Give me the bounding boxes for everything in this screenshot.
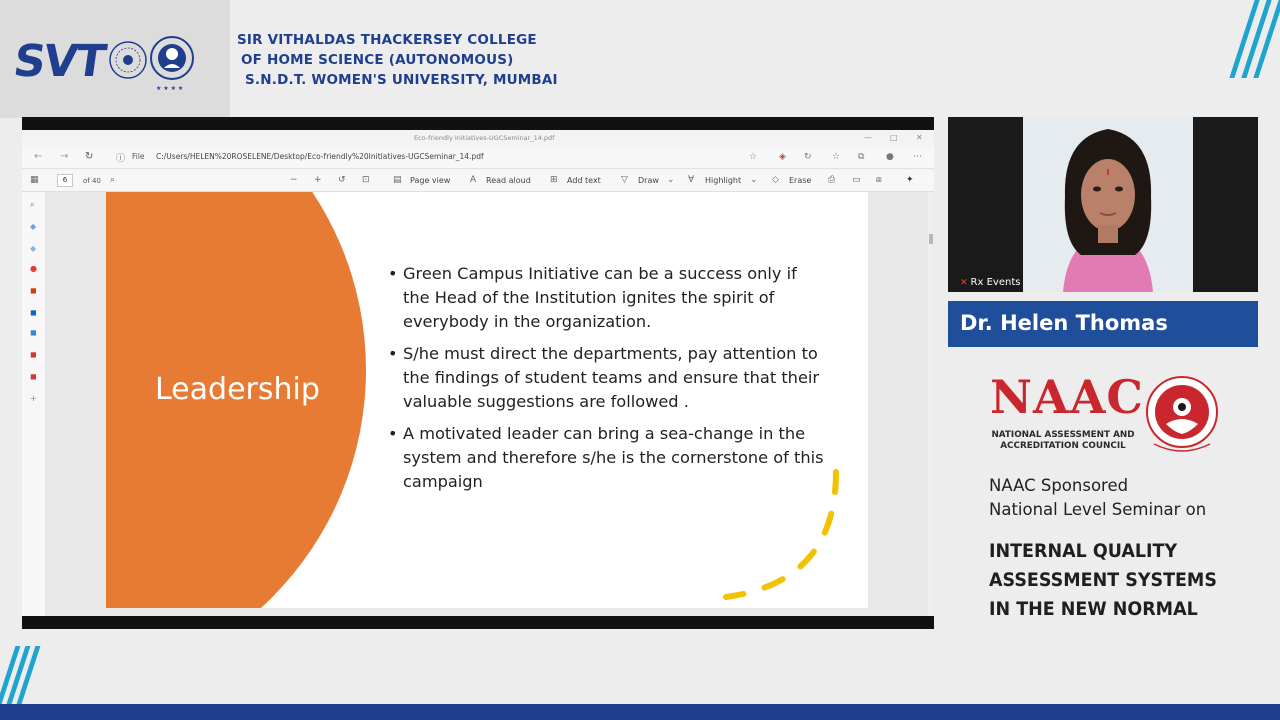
contents-icon[interactable]: ▦	[30, 175, 39, 185]
seminar-intro-line: NAAC Sponsored	[989, 476, 1129, 495]
sidebar-outlook-icon[interactable]: ◼	[30, 308, 37, 317]
page-number-input[interactable]: 6	[57, 174, 73, 187]
college-name-line: S.N.D.T. WOMEN'S UNIVERSITY, MUMBAI	[245, 72, 558, 88]
speaker-video-tile: ✕ Rx Events	[948, 117, 1258, 292]
info-icon[interactable]: ⓘ	[116, 151, 125, 164]
zoom-in-icon[interactable]: +	[314, 175, 322, 185]
sidebar-office-icon[interactable]: ◼	[30, 286, 37, 295]
draw-dropdown-icon[interactable]: ⌄	[667, 175, 675, 185]
sidebar-games-icon[interactable]: ●	[30, 264, 37, 273]
sidebar-pdf-icon[interactable]: ◼	[30, 372, 37, 381]
participant-label: ✕ Rx Events	[960, 277, 1020, 288]
favorites-icon[interactable]: ☆	[832, 152, 840, 162]
sidebar-add-icon[interactable]: +	[30, 394, 37, 403]
save-as-icon[interactable]: ⧈	[876, 175, 882, 185]
sndt-university-seal-icon: ★ ★ ★ ★	[109, 36, 194, 92]
refresh-icon[interactable]: ↻	[85, 151, 93, 162]
add-text-button[interactable]: Add text	[567, 176, 601, 185]
fit-page-icon[interactable]: ⊡	[362, 175, 370, 185]
slide-bullet: S/he must direct the departments, pay at…	[388, 342, 828, 414]
page-total: of 40	[83, 177, 101, 185]
sidebar-shopping-icon[interactable]: ◆	[30, 222, 36, 231]
sidebar-tools-icon[interactable]: ◆	[30, 244, 36, 253]
print-icon[interactable]: ⎙	[828, 175, 835, 185]
college-name-line: OF HOME SCIENCE (AUTONOMOUS)	[241, 52, 514, 68]
find-icon[interactable]: ⌕	[110, 175, 115, 185]
pin-toolbar-icon[interactable]: ✦	[906, 175, 914, 185]
highlight-icon: ∀	[688, 175, 695, 185]
seminar-title: INTERNAL QUALITY ASSESSMENT SYSTEMS IN T…	[989, 537, 1217, 624]
rotate-icon[interactable]: ↺	[338, 175, 346, 185]
add-text-icon: ⊞	[550, 175, 558, 185]
zoom-out-icon[interactable]: −	[290, 175, 298, 185]
read-aloud-button[interactable]: Read aloud	[486, 176, 531, 185]
naac-logo: NAAC	[990, 370, 1145, 424]
maximize-icon[interactable]: □	[890, 133, 898, 142]
tab-title[interactable]: Eco-friendly Initiatives-UGCSeminar_14.p…	[414, 134, 554, 142]
browser-sidebar: ⌕ ◆ ◆ ● ◼ ◼ ◼ ◼ ◼ +	[22, 192, 46, 616]
naac-full-name: NATIONAL ASSESSMENT AND ACCREDITATION CO…	[990, 430, 1136, 452]
pdf-scrollbar-thumb[interactable]	[929, 234, 933, 244]
speaker-video-feed	[1023, 117, 1193, 292]
erase-button[interactable]: Erase	[789, 176, 811, 185]
url-path[interactable]: C:/Users/HELEN%20ROSELENE/Desktop/Eco-fr…	[156, 152, 484, 161]
slide-title: Leadership	[155, 372, 320, 407]
forward-icon[interactable]: →	[60, 151, 68, 162]
seminar-intro: NAAC Sponsored National Level Seminar on	[989, 474, 1206, 522]
refresh-extension-icon[interactable]: ↻	[804, 152, 812, 162]
seminar-title-line: INTERNAL QUALITY	[989, 540, 1178, 562]
pdf-viewer[interactable]: Leadership Green Campus Initiative can b…	[46, 192, 934, 616]
seminar-title-line: ASSESSMENT SYSTEMS	[989, 569, 1217, 591]
college-name-line: SIR VITHALDAS THACKERSEY COLLEGE	[237, 32, 537, 48]
erase-icon: ◇	[772, 175, 779, 185]
collections-icon[interactable]: ⧉	[858, 152, 864, 162]
url-scheme: File	[132, 152, 145, 161]
address-bar[interactable]: ⓘ File C:/Users/HELEN%20ROSELENE/Desktop…	[110, 150, 750, 165]
svg-text:★ ★ ★ ★: ★ ★ ★ ★	[156, 85, 183, 92]
sidebar-pdf-icon[interactable]: ◼	[30, 350, 37, 359]
muted-mic-icon: ✕	[960, 278, 968, 288]
sidebar-search-icon[interactable]: ⌕	[30, 200, 34, 210]
college-name: SIR VITHALDAS THACKERSEY COLLEGE OF HOME…	[237, 30, 558, 90]
profile-icon[interactable]: ●	[886, 152, 894, 162]
pdf-scrollbar[interactable]	[928, 192, 934, 616]
minimize-icon[interactable]: —	[864, 133, 872, 142]
page-view-icon: ▤	[393, 175, 402, 185]
read-aloud-icon: A	[470, 175, 477, 185]
sidebar-app-icon[interactable]: ◼	[30, 328, 37, 337]
seminar-title-line: IN THE NEW NORMAL	[989, 598, 1198, 620]
speaker-name-banner: Dr. Helen Thomas	[948, 301, 1258, 347]
speaker-portrait	[1023, 117, 1193, 292]
naac-full-name-line: ACCREDITATION COUNCIL	[1000, 441, 1126, 451]
more-menu-icon[interactable]: ⋯	[913, 152, 922, 162]
pdf-page-slide: Leadership Green Campus Initiative can b…	[106, 192, 868, 608]
naac-full-name-line: NATIONAL ASSESSMENT AND	[991, 430, 1135, 440]
slide-bullet: Green Campus Initiative can be a success…	[388, 262, 828, 334]
seminar-intro-line: National Level Seminar on	[989, 500, 1207, 519]
pdf-toolbar: ▦ 6 of 40 ⌕ − + ↺ ⊡ ▤ Page view A Read a…	[22, 170, 934, 192]
draw-button[interactable]: Draw	[638, 176, 659, 185]
slide-decoration-swoosh	[723, 469, 839, 600]
address-bar-row: ← → ↻ ⓘ File C:/Users/HELEN%20ROSELENE/D…	[22, 147, 934, 169]
decorative-stripes-top-right	[1229, 0, 1280, 78]
save-icon[interactable]: ▭	[852, 175, 861, 185]
naac-seal-icon	[1146, 376, 1218, 452]
highlight-button[interactable]: Highlight	[705, 176, 741, 185]
page-view-button[interactable]: Page view	[410, 176, 450, 185]
favorite-star-icon[interactable]: ☆	[749, 152, 757, 162]
draw-icon: ▽	[621, 175, 628, 185]
browser-title-bar: Eco-friendly Initiatives-UGCSeminar_14.p…	[22, 130, 934, 147]
back-icon[interactable]: ←	[34, 151, 42, 162]
edge-browser-window: Eco-friendly Initiatives-UGCSeminar_14.p…	[22, 130, 934, 616]
extension-icon[interactable]: ◈	[779, 152, 786, 162]
shared-screen: Eco-friendly Initiatives-UGCSeminar_14.p…	[22, 117, 934, 629]
participant-name: Rx Events	[970, 277, 1021, 288]
decorative-stripes-bottom-left	[0, 646, 41, 704]
svt-logo: SVT	[10, 36, 108, 87]
close-icon[interactable]: ✕	[916, 133, 923, 142]
highlight-dropdown-icon[interactable]: ⌄	[750, 175, 758, 185]
footer-bar	[0, 704, 1280, 720]
